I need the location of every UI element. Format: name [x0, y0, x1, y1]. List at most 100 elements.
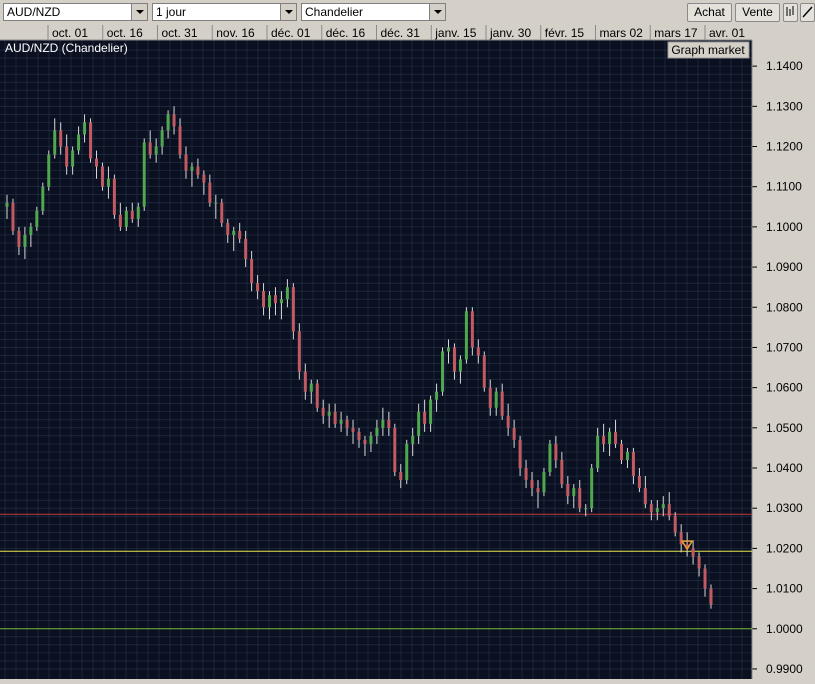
candle-body: [279, 299, 283, 304]
candle-body: [602, 435, 606, 444]
candle-body: [71, 150, 75, 167]
x-tick-label: déc. 16: [326, 26, 366, 40]
candle-body: [578, 488, 582, 509]
x-tick-label: janv. 15: [434, 26, 476, 40]
y-tick-label: 1.0500: [766, 421, 803, 435]
candle-body: [77, 134, 81, 151]
candle-body: [405, 443, 409, 481]
bar-chart-icon[interactable]: [783, 3, 798, 22]
candle-body: [315, 383, 319, 408]
chevron-down-icon[interactable]: [280, 4, 296, 20]
candle-body: [554, 443, 558, 460]
buy-button[interactable]: Achat: [687, 3, 732, 22]
candle-body: [691, 548, 695, 557]
x-tick-label: oct. 31: [162, 26, 198, 40]
candle-body: [584, 508, 588, 510]
candle-body: [244, 238, 248, 260]
candle-body: [614, 431, 618, 444]
candle-body: [631, 451, 635, 477]
candle-body: [566, 484, 570, 497]
plot-background: [0, 25, 815, 679]
bar-chart-icon-glyph: [786, 6, 794, 16]
candle-body: [560, 459, 564, 485]
candle-body: [429, 399, 433, 424]
candle-body: [470, 311, 474, 348]
candle-body: [351, 427, 355, 432]
y-tick-label: 1.1200: [766, 140, 803, 154]
candle-body: [89, 122, 93, 159]
sell-button[interactable]: Vente: [735, 3, 780, 22]
candle-body: [363, 439, 367, 444]
candle-body: [506, 415, 510, 428]
candle-body: [250, 259, 254, 284]
x-tick-label: oct. 01: [52, 26, 88, 40]
y-tick-label: 1.1100: [766, 180, 802, 194]
candle-body: [53, 130, 57, 155]
timeframe-select[interactable]: 1 jour: [152, 3, 297, 21]
candle-body: [172, 114, 176, 127]
candle-body: [393, 427, 397, 473]
chart-style-value: Chandelier: [305, 5, 364, 19]
candle-body: [494, 391, 498, 408]
candle-body: [452, 347, 456, 372]
chart-style-select[interactable]: Chandelier: [301, 3, 446, 21]
candle-body: [184, 154, 188, 171]
candle-body: [100, 166, 104, 187]
chart-area[interactable]: oct. 01 oct. 16 oct. 31 nov. 16 déc. 01 déc. …: [0, 25, 815, 679]
candle-body: [542, 472, 546, 493]
candle-body: [608, 431, 612, 444]
candle-body: [94, 158, 98, 167]
candle-body: [446, 347, 450, 352]
graph-market-label: Graph market: [671, 43, 745, 57]
y-tick-label: 1.0800: [766, 300, 803, 314]
candle-body: [166, 114, 170, 131]
candle-body: [160, 130, 164, 147]
y-tick-label: 1.0700: [766, 340, 803, 354]
candle-body: [709, 588, 713, 605]
candle-body: [142, 142, 146, 207]
candle-body: [154, 146, 158, 155]
candle-body: [536, 488, 540, 493]
candle-body: [625, 451, 629, 460]
y-tick-label: 1.1400: [766, 59, 803, 73]
candle-body: [238, 230, 242, 239]
candle-body: [357, 431, 361, 440]
candle-body: [327, 411, 331, 416]
timeframe-value: 1 jour: [156, 5, 187, 19]
candle-body: [333, 411, 337, 424]
candle-body: [530, 480, 534, 489]
chevron-down-icon[interactable]: [429, 4, 445, 20]
candle-body: [214, 202, 218, 204]
candle-body: [369, 435, 373, 444]
candle-body: [41, 186, 45, 211]
draw-line-icon[interactable]: [800, 3, 815, 22]
candle-body: [482, 355, 486, 388]
x-tick-label: janv. 30: [489, 26, 531, 40]
candle-body: [118, 214, 122, 227]
candle-body: [417, 411, 421, 436]
candle-body: [5, 202, 9, 207]
candle-body: [124, 210, 128, 227]
y-tick-label: 1.0300: [766, 501, 803, 515]
candle-body: [303, 371, 307, 392]
chevron-down-icon[interactable]: [131, 4, 147, 20]
candle-body: [29, 226, 33, 235]
candle-body: [488, 387, 492, 408]
y-tick-label: 1.0000: [766, 622, 803, 636]
x-tick-label: mars 17: [654, 26, 698, 40]
candle-body: [512, 427, 516, 440]
y-tick-label: 1.0200: [766, 541, 803, 555]
candle-body: [655, 508, 659, 513]
candle-body: [596, 435, 600, 469]
candle-body: [524, 468, 528, 481]
instrument-select[interactable]: AUD/NZD: [3, 3, 148, 21]
candle-body: [500, 391, 504, 416]
x-tick-label: avr. 01: [709, 26, 745, 40]
x-tick-label: févr. 15: [545, 26, 585, 40]
candle-body: [321, 407, 325, 416]
candlestick-chart[interactable]: oct. 01 oct. 16 oct. 31 nov. 16 déc. 01 déc. …: [0, 25, 815, 679]
candle-body: [208, 182, 212, 203]
y-tick-label: 0.9900: [766, 662, 803, 676]
candle-body: [273, 295, 277, 304]
candle-body: [649, 504, 653, 513]
